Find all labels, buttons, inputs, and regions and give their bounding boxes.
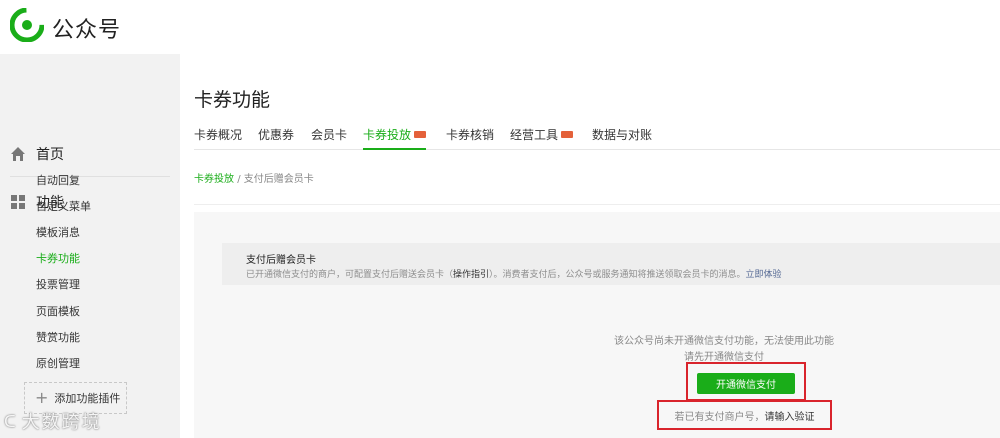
- new-badge-icon: [561, 131, 574, 138]
- tab-coupons[interactable]: 优惠券: [258, 126, 294, 150]
- notice-line-2: 请先开通微信支付: [684, 352, 764, 363]
- guide-link[interactable]: 操作指引: [453, 270, 489, 280]
- sidebar-item-page-template[interactable]: 页面模板: [36, 303, 80, 319]
- tab-label: 优惠券: [258, 128, 295, 142]
- sidebar-item-auto-reply[interactable]: 自动回复: [36, 172, 80, 188]
- wechat-official-account-logo-icon[interactable]: [10, 8, 44, 42]
- tab-label: 卡券核销: [446, 128, 495, 142]
- sidebar: 首页 功能 自动回复 自定义菜单 模板消息 卡券功能 投票管理 页面模板 赞赏功…: [0, 54, 180, 438]
- page-title: 卡券功能: [194, 89, 271, 111]
- verify-prefix: 若已有支付商户号，: [674, 411, 765, 423]
- breadcrumb-separator: /: [237, 174, 241, 185]
- tab-label: 会员卡: [311, 128, 348, 142]
- tab-label: 经营工具: [510, 128, 559, 142]
- verify-link[interactable]: 请输入验证: [765, 408, 815, 423]
- info-title: 支付后赠会员卡: [246, 255, 316, 266]
- sidebar-item-reward[interactable]: 赞赏功能: [36, 329, 80, 345]
- info-desc-suffix: ）。消费者支付后，公众号或服务通知将推送领取会员卡的消息。: [489, 270, 746, 280]
- tab-card-delivery[interactable]: 卡券投放: [363, 126, 427, 150]
- sidebar-item-custom-menu[interactable]: 自定义菜单: [36, 198, 91, 214]
- new-badge-icon: [414, 131, 427, 138]
- tab-business-tools[interactable]: 经营工具: [510, 126, 574, 150]
- watermark-logo-icon: ᑕ: [4, 411, 18, 431]
- tab-card-verification[interactable]: 卡券核销: [446, 126, 494, 150]
- home-icon: [11, 147, 25, 161]
- breadcrumb-current: 支付后赠会员卡: [243, 174, 314, 185]
- main-panel: 卡券功能 卡券概况 优惠券 会员卡 卡券投放 卡券核销 经营工具 数据与对账 卡…: [180, 54, 1000, 438]
- sidebar-item-template-message[interactable]: 模板消息: [36, 224, 80, 240]
- section-divider: [194, 204, 1000, 205]
- info-box: 支付后赠会员卡 已开通微信支付的商户，可配置支付后赠送会员卡（操作指引）。消费者…: [222, 243, 1000, 285]
- highlight-box-verify: 若已有支付商户号， 请输入验证: [657, 400, 832, 430]
- info-description: 已开通微信支付的商户，可配置支付后赠送会员卡（操作指引）。消费者支付后，公众号或…: [246, 267, 782, 280]
- info-desc-prefix: 已开通微信支付的商户，可配置支付后赠送会员卡（: [246, 270, 454, 280]
- tab-label: 卡券投放: [363, 128, 412, 142]
- sidebar-home-label: 首页: [36, 147, 64, 163]
- sidebar-item-home[interactable]: 首页: [10, 144, 64, 164]
- watermark-text: 大数跨境: [21, 412, 102, 433]
- add-plugin-label: 添加功能插件: [54, 392, 121, 405]
- highlight-box-open-pay: 开通微信支付: [686, 362, 806, 401]
- tab-member-card[interactable]: 会员卡: [311, 126, 347, 150]
- tab-card-overview[interactable]: 卡券概况: [194, 126, 242, 150]
- sidebar-divider: [10, 176, 170, 177]
- content-area: 支付后赠会员卡 已开通微信支付的商户，可配置支付后赠送会员卡（操作指引）。消费者…: [194, 212, 1000, 438]
- breadcrumb: 卡券投放 / 支付后赠会员卡: [194, 170, 314, 185]
- tab-data-reconciliation[interactable]: 数据与对账: [592, 126, 652, 150]
- breadcrumb-parent-link[interactable]: 卡券投放: [194, 174, 234, 185]
- sidebar-item-vote[interactable]: 投票管理: [36, 276, 80, 292]
- notice-line-1: 该公众号尚未开通微信支付功能，无法使用此功能: [614, 336, 834, 347]
- top-header: 公众号: [0, 0, 1000, 54]
- sidebar-item-card-coupon[interactable]: 卡券功能: [36, 250, 80, 266]
- grid-icon: [11, 195, 25, 209]
- watermark: ᑕ 大数跨境: [4, 408, 102, 434]
- tab-bar: 卡券概况 优惠券 会员卡 卡券投放 卡券核销 经营工具 数据与对账: [194, 124, 1000, 150]
- try-now-link[interactable]: 立即体验: [746, 270, 782, 280]
- tab-label: 卡券概况: [194, 128, 243, 142]
- open-wechat-pay-button[interactable]: 开通微信支付: [697, 373, 795, 394]
- tab-label: 数据与对账: [592, 128, 653, 142]
- sidebar-item-original[interactable]: 原创管理: [36, 355, 80, 371]
- plus-icon: +: [35, 388, 49, 407]
- brand-title[interactable]: 公众号: [52, 12, 121, 44]
